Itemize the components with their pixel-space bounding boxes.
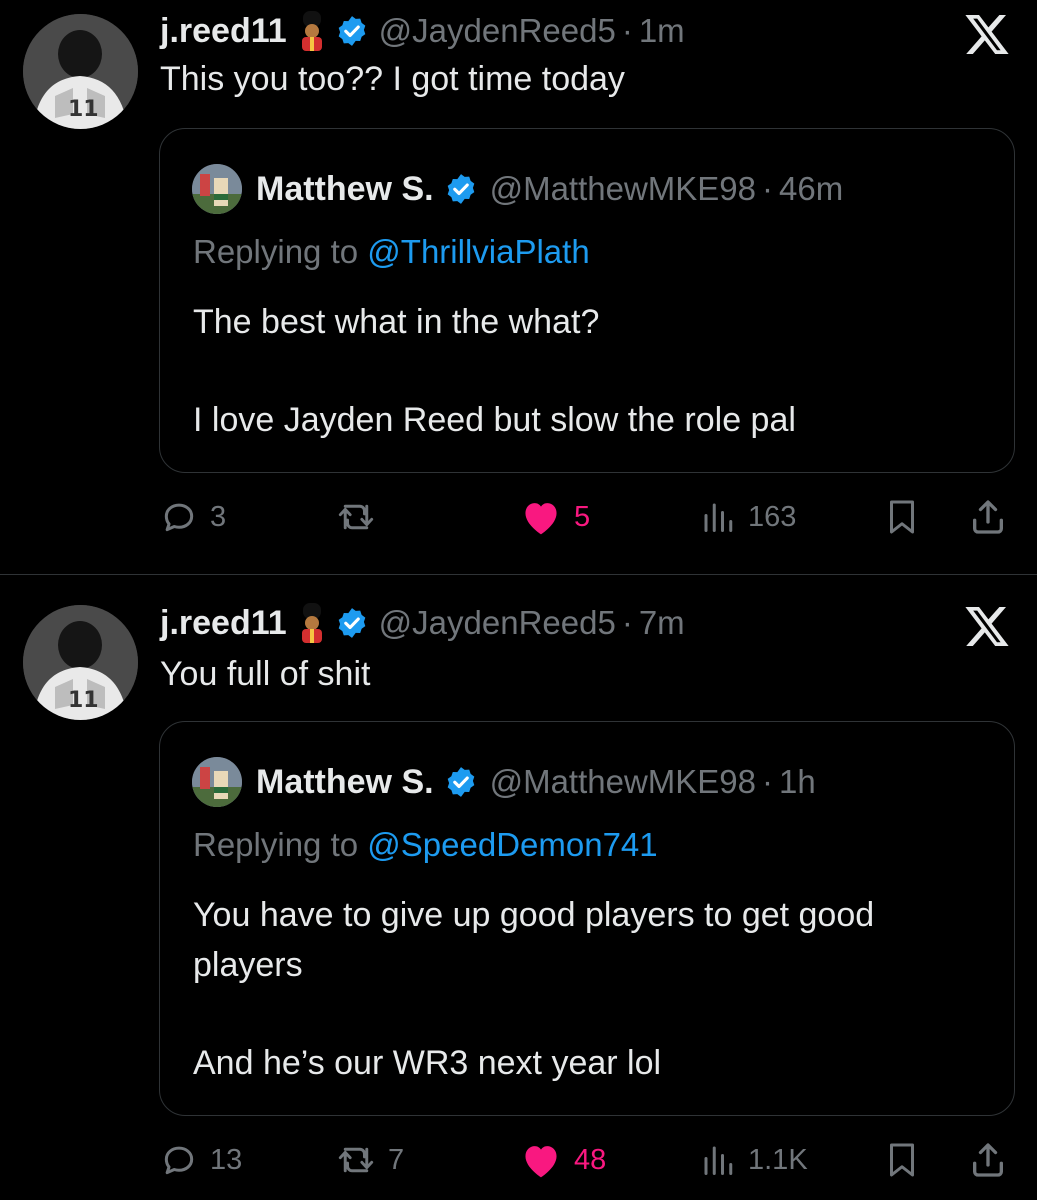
bookmark-icon [890,1143,914,1177]
separator-dot: · [762,763,774,800]
bar-chart-icon [704,1146,733,1175]
views-count: 1.1K [748,1143,808,1176]
author-avatar[interactable]: 11 [23,14,138,129]
svg-text:11: 11 [68,97,99,122]
author-name[interactable]: j.reed11 [160,604,287,643]
quote-text: You have to give up good players to get … [193,890,993,1088]
like-count: 48 [574,1143,607,1176]
heart-icon [525,503,557,535]
share-button[interactable] [968,1135,1008,1185]
retweet-button[interactable] [336,492,388,542]
action-bar: 13 7 48 1.1K [0,1135,1037,1185]
author-handle[interactable]: @JaydenReed5 [379,604,616,642]
replying-to-line: Replying to @SpeedDemon741 [193,826,658,864]
like-count: 5 [574,500,591,533]
replying-to-line: Replying to @ThrillviaPlath [193,233,590,271]
separator-dot: · [621,12,633,49]
replying-to-label: Replying to [193,826,359,863]
replying-to-label: Replying to [193,233,359,270]
like-button[interactable]: 48 [520,1135,606,1185]
timestamp[interactable]: 7m [639,604,685,642]
tweet-header: j.reed11 @JaydenReed5 · 7m [160,601,685,645]
quote-paragraph: You have to give up good players to get … [193,896,875,984]
share-upload-icon [973,1143,1003,1177]
retweet-icon [338,504,374,530]
separator-dot: · [762,170,774,207]
author-avatar[interactable]: 11 [23,605,138,720]
quote-author-name: Matthew S. [256,169,434,208]
quote-paragraph: I love Jayden Reed but slow the role pal [193,401,796,439]
like-button[interactable]: 5 [520,492,590,542]
replying-to-mention[interactable]: @ThrillviaPlath [367,233,589,270]
verified-badge-icon [444,172,478,206]
x-logo-icon[interactable] [962,10,1012,58]
quote-paragraph: The best what in the what? [193,303,600,341]
x-logo-icon[interactable] [962,602,1012,650]
quote-timestamp: 1h [779,763,816,800]
quote-text: The best what in the what? I love Jayden… [193,297,993,445]
quote-timestamp: 46m [779,170,844,207]
author-handle[interactable]: @JaydenReed5 [379,12,616,50]
separator-dot: · [621,604,633,641]
heart-icon [525,1146,557,1178]
bookmark-button[interactable] [884,1135,920,1185]
quote-paragraph: And he’s our WR3 next year lol [193,1044,662,1082]
quote-author-handle: @MatthewMKE98 [489,763,757,800]
views-button[interactable]: 163 [700,492,796,542]
reply-bubble-icon [164,503,194,532]
reply-bubble-icon [164,1146,194,1175]
tweet-text: This you too?? I got time today [160,60,625,98]
author-name[interactable]: j.reed11 [160,12,287,51]
quoted-tweet[interactable]: Matthew S. @MatthewMKE98 · 1h Replying t… [159,721,1015,1116]
tweet-header: j.reed11 @JaydenReed5 · 1m [160,9,685,53]
svg-text:11: 11 [68,688,99,713]
bookmark-icon [890,500,914,534]
reply-button[interactable]: 13 [160,1135,242,1185]
quote-author-handle: @MatthewMKE98 [489,170,757,207]
tweet-text: You full of shit [160,655,371,693]
tweet[interactable]: 11 j.reed11 @JaydenReed5 · 1m This you t [0,0,1037,574]
bar-chart-icon [704,503,733,532]
views-count: 163 [748,500,797,533]
share-button[interactable] [968,492,1008,542]
verified-badge-icon [335,606,369,640]
share-upload-icon [973,500,1003,534]
verified-badge-icon [335,14,369,48]
views-button[interactable]: 1.1K [700,1135,808,1185]
quote-header: Matthew S. @MatthewMKE98 · 46m [192,164,844,214]
retweet-button[interactable]: 7 [336,1135,404,1185]
bookmark-button[interactable] [884,492,920,542]
quote-author-name: Matthew S. [256,762,434,801]
timestamp[interactable]: 1m [639,12,685,50]
reply-count: 13 [210,1143,243,1176]
replying-to-mention[interactable]: @SpeedDemon741 [367,826,657,863]
quoted-tweet[interactable]: Matthew S. @MatthewMKE98 · 46m Replying … [159,128,1015,473]
quote-header: Matthew S. @MatthewMKE98 · 1h [192,757,816,807]
guard-emoji-icon [297,11,327,51]
retweet-icon [338,1147,374,1173]
verified-badge-icon [444,765,478,799]
quote-author-avatar [192,164,242,214]
action-bar: 3 5 163 [0,492,1037,542]
quote-author-avatar [192,757,242,807]
tweet[interactable]: 11 j.reed11 @JaydenReed5 · 7m You full o [0,575,1037,1200]
reply-count: 3 [210,500,227,533]
retweet-count: 7 [388,1143,405,1176]
guard-emoji-icon [297,603,327,643]
reply-button[interactable]: 3 [160,492,226,542]
